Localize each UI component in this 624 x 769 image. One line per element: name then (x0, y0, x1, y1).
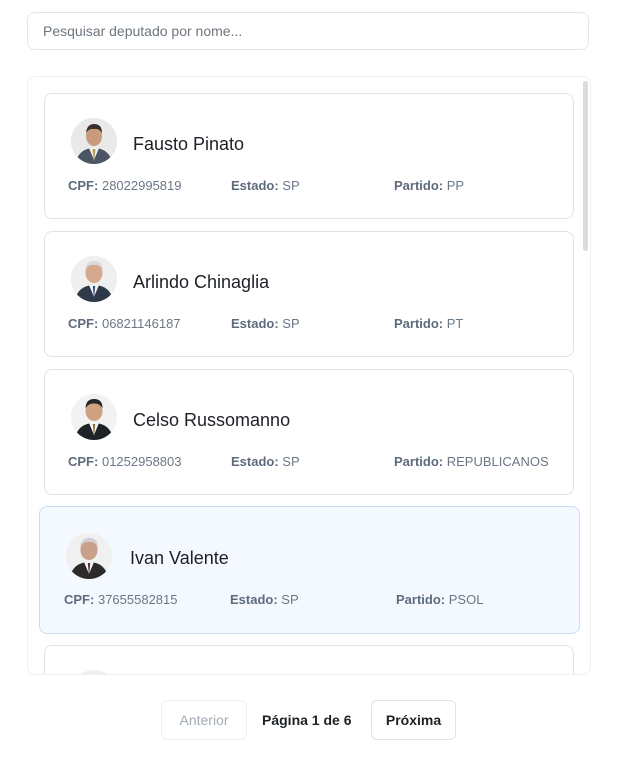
partido-value: REPUBLICANOS (446, 454, 549, 469)
cpf-field: CPF: 01252958803 (68, 454, 182, 469)
cpf-field: CPF: 06821146187 (68, 316, 181, 331)
estado-value: SP (282, 316, 300, 331)
avatar (71, 256, 117, 302)
deputados-list[interactable]: Fausto Pinato CPF: 28022995819 Estado: S… (27, 76, 591, 675)
deputado-card[interactable] (44, 645, 574, 674)
partido-field: Partido: PSOL (396, 592, 484, 607)
estado-field: Estado: SP (231, 454, 300, 469)
cpf-value: 37655582815 (97, 592, 178, 607)
deputado-card[interactable]: Celso Russomanno CPF: 01252958803 Estado… (44, 369, 574, 495)
deputado-card[interactable]: Fausto Pinato CPF: 28022995819 Estado: S… (44, 93, 574, 219)
previous-page-button[interactable]: Anterior (161, 700, 247, 740)
cpf-value: 28022995819 (101, 178, 182, 193)
estado-value: SP (282, 178, 300, 193)
partido-field: Partido: PP (394, 178, 465, 193)
deputado-name: Arlindo Chinaglia (133, 272, 270, 292)
avatar (71, 394, 117, 440)
page-indicator: Página 1 de 6 (262, 712, 352, 728)
estado-field: Estado: SP (231, 178, 300, 193)
estado-field: Estado: SP (231, 316, 300, 331)
cpf-value: 06821146187 (101, 316, 181, 331)
avatar (71, 118, 117, 164)
deputado-name: Fausto Pinato (133, 134, 245, 154)
deputado-card-selected[interactable]: Ivan Valente CPF: 37655582815 Estado: SP… (39, 506, 580, 634)
estado-value: SP (281, 592, 299, 607)
cpf-field: CPF: 28022995819 (68, 178, 182, 193)
scrollbar-thumb[interactable] (583, 81, 588, 251)
deputado-name: Celso Russomanno (133, 410, 291, 430)
partido-field: Partido: REPUBLICANOS (394, 454, 549, 469)
estado-value: SP (282, 454, 300, 469)
deputado-name: Ivan Valente (130, 548, 229, 568)
cpf-field: CPF: 37655582815 (64, 592, 178, 607)
scrollbar[interactable] (583, 81, 588, 671)
partido-value: PT (446, 316, 464, 331)
search-input[interactable] (27, 12, 589, 50)
partido-value: PSOL (448, 592, 484, 607)
deputado-card[interactable]: Arlindo Chinaglia CPF: 06821146187 Estad… (44, 231, 574, 357)
avatar (66, 533, 112, 579)
cpf-value: 01252958803 (101, 454, 182, 469)
partido-value: PP (446, 178, 465, 193)
estado-field: Estado: SP (230, 592, 299, 607)
next-page-button[interactable]: Próxima (371, 700, 456, 740)
partido-field: Partido: PT (394, 316, 464, 331)
avatar (71, 670, 117, 674)
